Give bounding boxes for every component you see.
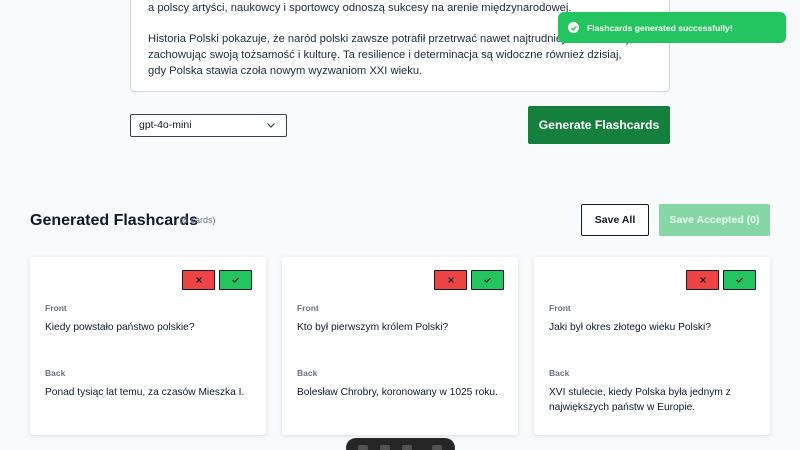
- toast-message: Flashcards generated successfully!: [587, 22, 733, 33]
- front-label: Front: [297, 303, 319, 313]
- back-text: Bolesław Chrobry, koronowany w 1025 roku…: [297, 387, 498, 398]
- toolbar-item-icon[interactable]: [432, 445, 442, 450]
- toolbar-item-icon[interactable]: [358, 445, 368, 450]
- toolbar-item-icon[interactable]: [380, 445, 390, 450]
- chevron-down-icon: [267, 123, 275, 128]
- model-select[interactable]: gpt-4o-mini: [130, 114, 287, 137]
- card-count: (8 cards): [180, 215, 216, 225]
- save-all-button[interactable]: Save All: [581, 204, 649, 236]
- back-label: Back: [45, 368, 66, 378]
- reject-button[interactable]: [182, 270, 215, 290]
- back-text: XVI stulecie, kiedy Polska była jednym z…: [549, 387, 731, 413]
- front-text: Kto był pierwszym królem Polski?: [297, 322, 449, 333]
- close-icon: [699, 277, 706, 283]
- flashcard: Front Kiedy powstało państwo polskie? Ba…: [30, 257, 266, 435]
- model-select-value: gpt-4o-mini: [139, 119, 192, 131]
- flashcard: Front Jaki był okres złotego wieku Polsk…: [534, 257, 770, 435]
- accept-button[interactable]: [471, 270, 504, 290]
- source-text-line: zachowując swoją tożsamość i kulturę. Ta…: [148, 48, 622, 61]
- reject-button[interactable]: [434, 270, 467, 290]
- flashcard: Front Kto był pierwszym królem Polski? B…: [282, 257, 518, 435]
- save-accepted-button[interactable]: Save Accepted (0): [659, 204, 770, 236]
- close-icon: [195, 277, 202, 283]
- back-label: Back: [297, 368, 318, 378]
- reject-button[interactable]: [686, 270, 719, 290]
- back-text: Ponad tysiąc lat temu, za czasów Mieszka…: [45, 387, 245, 398]
- check-icon: [232, 277, 239, 283]
- check-icon: [484, 277, 491, 283]
- close-icon: [447, 277, 454, 283]
- front-label: Front: [549, 303, 571, 313]
- accept-button[interactable]: [723, 270, 756, 290]
- accept-button[interactable]: [219, 270, 252, 290]
- section-title: Generated Flashcards: [30, 212, 199, 229]
- generate-flashcards-button[interactable]: Generate Flashcards: [528, 106, 670, 144]
- bottom-toolbar[interactable]: [346, 438, 455, 450]
- success-toast: Flashcards generated successfully!: [558, 12, 786, 43]
- front-text: Kiedy powstało państwo polskie?: [45, 322, 195, 333]
- check-icon: [736, 277, 743, 283]
- source-text-line: gdy Polska stawia czoła nowym wyzwaniom …: [148, 64, 423, 77]
- back-label: Back: [549, 368, 570, 378]
- front-text: Jaki był okres złotego wieku Polski?: [549, 322, 711, 333]
- front-label: Front: [45, 303, 67, 313]
- toolbar-item-icon[interactable]: [402, 445, 412, 450]
- check-circle-icon: [568, 22, 579, 33]
